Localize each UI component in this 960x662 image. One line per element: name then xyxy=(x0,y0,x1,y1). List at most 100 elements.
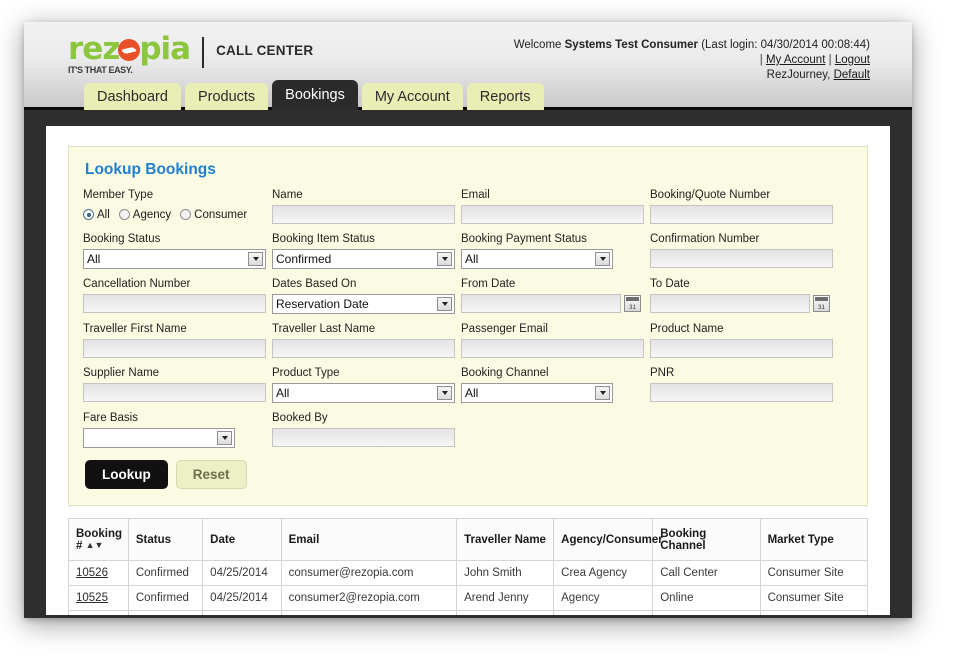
passenger-email-input[interactable] xyxy=(461,339,644,358)
field-product-type: Product Type All xyxy=(272,367,455,403)
cell-traveller-name: Arend Jenny xyxy=(456,585,555,611)
brand-divider xyxy=(202,37,205,68)
booking-channel-select[interactable]: All xyxy=(461,383,613,403)
column-header-email[interactable]: Email xyxy=(280,518,458,561)
form-row-2: Booking Status All Booking Item Status C… xyxy=(83,233,853,269)
cancellation-number-input[interactable] xyxy=(83,294,266,313)
booking-item-status-label: Booking Item Status xyxy=(272,233,375,245)
tab-products[interactable]: Products xyxy=(184,83,269,110)
logo-swirl-icon xyxy=(118,39,141,61)
dates-based-on-select[interactable]: Reservation Date xyxy=(272,294,455,314)
cancellation-number-label: Cancellation Number xyxy=(83,278,191,290)
booking-quote-number-input[interactable] xyxy=(650,205,833,224)
chevron-down-icon xyxy=(437,252,452,266)
brand: rez pia IT'S THAT EASY. CALL CENTER xyxy=(68,34,314,76)
booked-by-input[interactable] xyxy=(272,428,455,447)
field-to-date: To Date xyxy=(650,278,833,314)
field-booking-quote-number: Booking/Quote Number xyxy=(650,189,833,224)
logout-link[interactable]: Logout xyxy=(835,54,870,66)
traveller-last-name-input[interactable] xyxy=(272,339,455,358)
booking-item-status-select[interactable]: Confirmed xyxy=(272,249,455,269)
field-booking-status: Booking Status All xyxy=(83,233,266,269)
booking-number-link[interactable]: 10525 xyxy=(76,592,108,604)
member-type-radio-group: All Agency Consumer xyxy=(83,205,266,224)
from-date-input[interactable] xyxy=(461,294,621,313)
table-row[interactable]: 10524 Confirmed 04/22/2014 consumer3@rez… xyxy=(68,610,869,615)
name-input[interactable] xyxy=(272,205,455,224)
table-row[interactable]: 10525 Confirmed 04/25/2014 consumer2@rez… xyxy=(68,585,869,611)
field-product-name: Product Name xyxy=(650,323,833,358)
column-header-status[interactable]: Status xyxy=(127,518,204,561)
cell-date: 04/25/2014 xyxy=(202,560,282,586)
chevron-down-icon xyxy=(248,252,263,266)
traveller-first-name-input[interactable] xyxy=(83,339,266,358)
cell-status: Confirmed xyxy=(127,560,204,586)
field-from-date: From Date xyxy=(461,278,644,314)
cell-booking-number[interactable]: 10525 xyxy=(68,585,129,611)
calendar-icon[interactable] xyxy=(813,295,830,312)
cell-booking-channel: Call Center xyxy=(652,560,761,586)
chevron-down-icon xyxy=(595,252,610,266)
field-confirmation-number: Confirmation Number xyxy=(650,233,833,269)
cell-booking-number[interactable]: 10526 xyxy=(68,560,129,586)
radio-dot-consumer xyxy=(180,209,192,220)
booked-by-label: Booked By xyxy=(272,412,328,424)
booking-number-link[interactable]: 10526 xyxy=(76,567,108,579)
reset-button[interactable]: Reset xyxy=(175,460,247,489)
radio-member-type-all[interactable]: All xyxy=(83,209,110,221)
email-label: Email xyxy=(461,189,490,201)
content-panel: Lookup Bookings Member Type All Agency C… xyxy=(46,126,890,615)
cell-booking-number[interactable]: 10524 xyxy=(68,610,129,615)
column-header-date[interactable]: Date xyxy=(202,518,282,561)
cell-status: Confirmed xyxy=(127,585,204,611)
column-header-booking-number[interactable]: Booking # ▲▼ xyxy=(68,518,129,561)
my-account-link[interactable]: My Account xyxy=(766,54,825,66)
member-type-label: Member Type xyxy=(83,189,154,201)
confirmation-number-input[interactable] xyxy=(650,249,833,268)
field-supplier-name: Supplier Name xyxy=(83,367,266,403)
tab-reports[interactable]: Reports xyxy=(466,83,544,110)
tab-bookings[interactable]: Bookings xyxy=(272,80,358,110)
pnr-input[interactable] xyxy=(650,383,833,402)
product-name-input[interactable] xyxy=(650,339,833,358)
lookup-form-title: Lookup Bookings xyxy=(85,161,216,178)
supplier-name-input[interactable] xyxy=(83,383,266,402)
tab-dashboard[interactable]: Dashboard xyxy=(84,83,181,110)
radio-member-type-consumer[interactable]: Consumer xyxy=(180,209,247,221)
booking-quote-number-label: Booking/Quote Number xyxy=(650,189,771,201)
column-header-market-type[interactable]: Market Type xyxy=(759,518,869,561)
email-input[interactable] xyxy=(461,205,644,224)
column-header-agency-consumer[interactable]: Agency/Consumer xyxy=(553,518,663,561)
field-booking-payment-status: Booking Payment Status All xyxy=(461,233,644,269)
pnr-label: PNR xyxy=(650,367,675,379)
calendar-icon[interactable] xyxy=(624,295,641,312)
to-date-input[interactable] xyxy=(650,294,810,313)
field-pnr: PNR xyxy=(650,367,833,403)
brand-subtitle: CALL CENTER xyxy=(216,43,314,58)
cell-email: consumer@rezopia.com xyxy=(280,560,458,586)
radio-member-type-agency[interactable]: Agency xyxy=(118,209,171,221)
booking-status-select[interactable]: All xyxy=(83,249,266,269)
column-header-booking-channel[interactable]: Booking Channel xyxy=(652,518,761,561)
radio-dot-agency xyxy=(118,209,130,220)
rezopia-logo[interactable]: rez pia IT'S THAT EASY. xyxy=(68,34,191,76)
field-traveller-first-name: Traveller First Name xyxy=(83,323,266,358)
fare-basis-select[interactable] xyxy=(83,428,235,448)
tab-my-account[interactable]: My Account xyxy=(361,83,463,110)
passenger-email-label: Passenger Email xyxy=(461,323,548,335)
lookup-button[interactable]: Lookup xyxy=(85,460,168,489)
bookings-results-table: Booking # ▲▼ Status Date Email Traveller… xyxy=(68,518,869,615)
radio-label-all: All xyxy=(97,208,110,221)
form-row-5: Supplier Name Product Type All Booking C… xyxy=(83,367,853,403)
field-booking-item-status: Booking Item Status Confirmed xyxy=(272,233,455,269)
product-type-select[interactable]: All xyxy=(272,383,455,403)
radio-label-consumer: Consumer xyxy=(194,208,248,221)
column-header-traveller-name[interactable]: Traveller Name xyxy=(456,518,555,561)
booking-payment-status-select[interactable]: All xyxy=(461,249,613,269)
table-row[interactable]: 10526 Confirmed 04/25/2014 consumer@rezo… xyxy=(68,560,869,586)
sort-arrows-icon[interactable]: ▲▼ xyxy=(86,540,104,550)
supplier-name-label: Supplier Name xyxy=(83,367,160,379)
field-email: Email xyxy=(461,189,644,224)
cell-market-type: Consumer Site xyxy=(759,560,869,586)
welcome-username: Systems Test Consumer xyxy=(564,39,698,51)
